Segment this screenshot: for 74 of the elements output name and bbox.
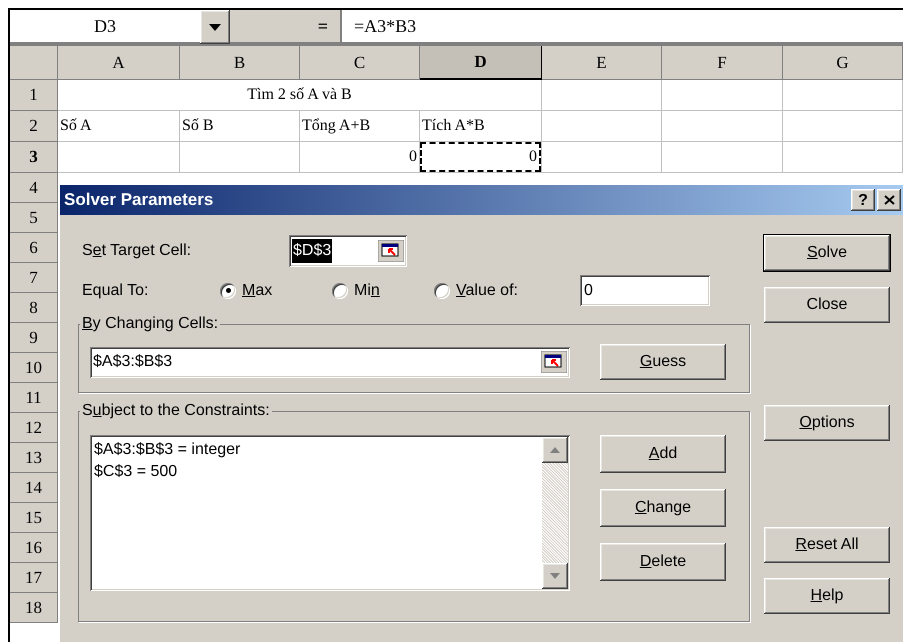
close-button[interactable] bbox=[877, 189, 901, 211]
radio-label: Min bbox=[354, 280, 380, 300]
row-header[interactable]: 13 bbox=[10, 443, 58, 473]
column-header[interactable]: D bbox=[420, 46, 542, 80]
scroll-up-button[interactable] bbox=[542, 437, 568, 463]
equals-sign: = bbox=[318, 14, 328, 38]
changing-cells-field[interactable]: $A$3:$B$3 bbox=[90, 346, 570, 378]
row-header[interactable]: 8 bbox=[10, 293, 58, 323]
help-button[interactable]: ? bbox=[851, 189, 875, 211]
row-header[interactable]: 9 bbox=[10, 323, 58, 353]
change-button[interactable]: Change bbox=[600, 489, 726, 527]
dialog-button[interactable]: Help bbox=[764, 578, 890, 614]
name-box[interactable]: D3 bbox=[10, 10, 200, 42]
table-cell-text: Số A bbox=[59, 116, 93, 136]
radio-button[interactable] bbox=[332, 282, 348, 298]
group-label: Subject to the Constraints: bbox=[81, 401, 271, 421]
table-cell-text: Số B bbox=[181, 116, 215, 136]
delete-button[interactable]: Delete bbox=[600, 543, 726, 581]
row-header[interactable]: 7 bbox=[10, 263, 58, 293]
group-label: By Changing Cells: bbox=[81, 314, 220, 334]
dropdown-button[interactable] bbox=[200, 10, 230, 44]
dialog-button[interactable]: Options bbox=[764, 405, 890, 441]
constraint-item[interactable]: $A$3:$B$3 = integer bbox=[94, 439, 542, 461]
scroll-down-button[interactable] bbox=[542, 563, 568, 589]
row-header[interactable]: 17 bbox=[10, 563, 58, 593]
dialog-button[interactable]: Close bbox=[764, 287, 890, 323]
scrollbar[interactable] bbox=[542, 437, 568, 589]
row-header[interactable]: 1 bbox=[10, 80, 58, 111]
column-header[interactable]: G bbox=[783, 46, 903, 80]
dialog-button[interactable]: Reset All bbox=[764, 527, 890, 563]
down-arrow-icon bbox=[550, 573, 560, 579]
column-header[interactable]: A bbox=[58, 46, 180, 80]
radio-button[interactable] bbox=[434, 282, 450, 298]
add-button[interactable]: Add bbox=[600, 435, 726, 473]
changing-cells-value: $A$3:$B$3 bbox=[93, 352, 172, 372]
close-icon bbox=[884, 195, 894, 205]
target-cell-label: Set Target Cell: bbox=[82, 241, 192, 261]
table-cell-text: Tích A*B bbox=[421, 116, 486, 136]
row-header[interactable]: 12 bbox=[10, 413, 58, 443]
constraints-list[interactable]: $A$3:$B$3 = integer $C$3 = 500 bbox=[90, 435, 570, 591]
dialog-title: Solver Parameters bbox=[64, 189, 214, 212]
constraint-item[interactable]: $C$3 = 500 bbox=[94, 461, 542, 483]
row-header[interactable]: 10 bbox=[10, 353, 58, 383]
column-header[interactable]: B bbox=[180, 46, 300, 80]
row-header[interactable]: 15 bbox=[10, 503, 58, 533]
up-arrow-icon bbox=[550, 447, 560, 453]
row-header[interactable]: 6 bbox=[10, 233, 58, 263]
radio-label: Max bbox=[242, 280, 272, 300]
column-header[interactable]: F bbox=[662, 46, 783, 80]
table-cell-text: 0 bbox=[408, 147, 418, 167]
row-header[interactable]: 5 bbox=[10, 203, 58, 233]
radio-button[interactable] bbox=[220, 282, 236, 298]
row-header[interactable]: 18 bbox=[10, 593, 58, 623]
caret-icon bbox=[209, 24, 221, 30]
row-header[interactable]: 2 bbox=[10, 111, 58, 142]
table-cell: Tìm 2 số A và B bbox=[58, 80, 542, 111]
equal-to-label: Equal To: bbox=[82, 280, 150, 300]
dialog-button[interactable]: Solve bbox=[764, 235, 890, 271]
table-cell-text: Tổng A+B bbox=[301, 116, 372, 136]
row-header[interactable]: 14 bbox=[10, 473, 58, 503]
formula-field[interactable]: =A3*B3 bbox=[342, 10, 903, 42]
guess-button[interactable]: Guess bbox=[600, 344, 726, 380]
value-of-field[interactable]: 0 bbox=[580, 275, 710, 306]
collapse-dialog-icon[interactable] bbox=[378, 240, 404, 262]
row-header[interactable]: 16 bbox=[10, 533, 58, 563]
target-cell-field[interactable]: $D$3 bbox=[289, 235, 407, 267]
target-cell-value: $D$3 bbox=[292, 239, 332, 263]
collapse-dialog-icon[interactable] bbox=[541, 351, 567, 373]
row-header[interactable]: 11 bbox=[10, 383, 58, 413]
row-header[interactable]: 4 bbox=[10, 173, 58, 203]
column-header[interactable]: E bbox=[542, 46, 662, 80]
table-cell: 0 bbox=[420, 142, 541, 172]
radio-label: Value of: bbox=[456, 280, 518, 300]
row-header[interactable]: 3 bbox=[10, 142, 58, 173]
